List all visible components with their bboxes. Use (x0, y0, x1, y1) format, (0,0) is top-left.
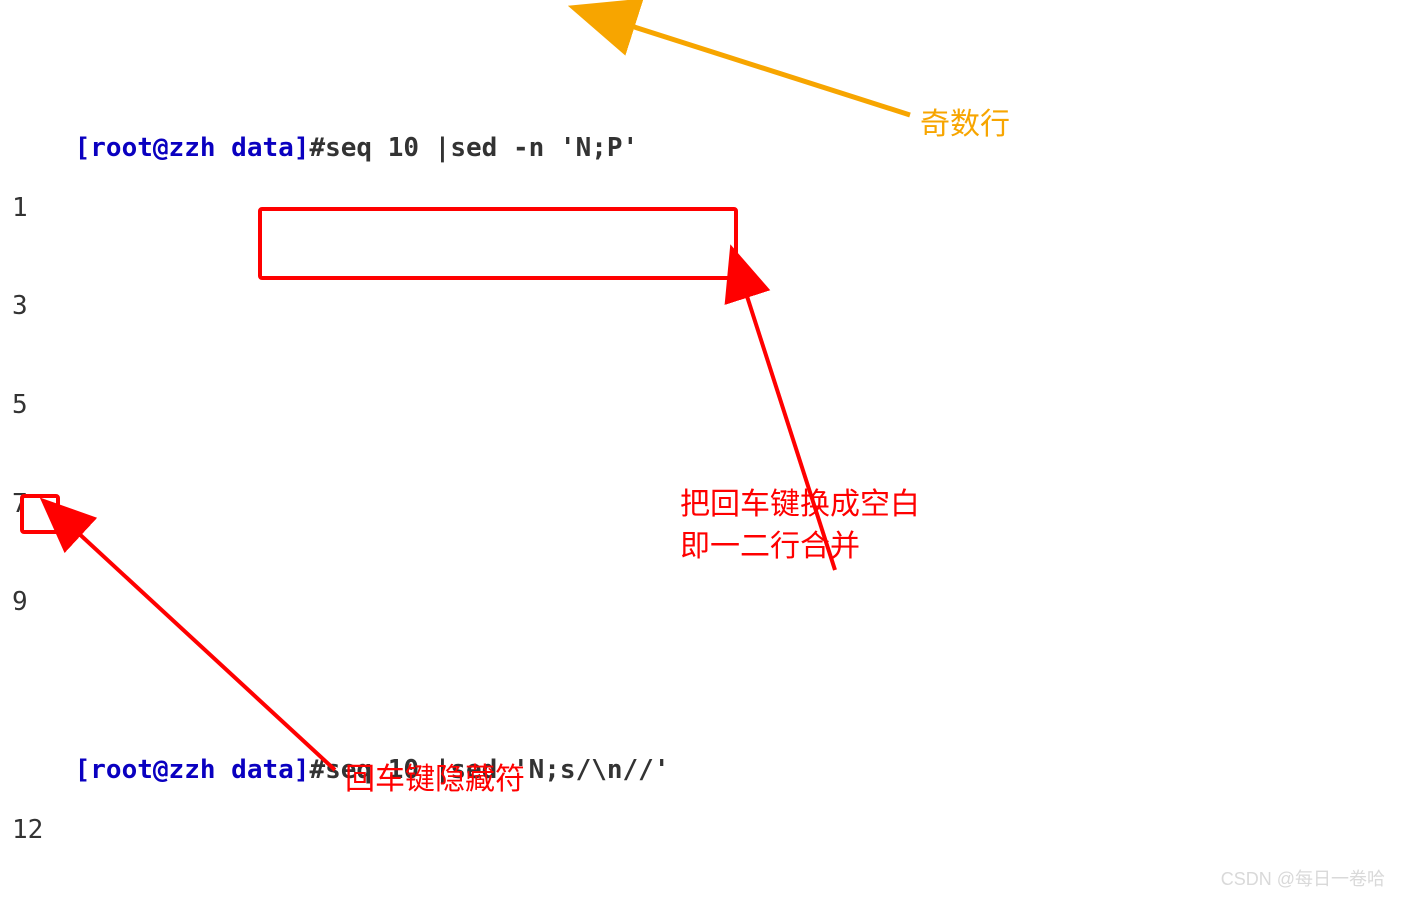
prompt-dir: data (231, 133, 294, 163)
prompt-user-host: root@zzh (90, 755, 231, 785)
highlight-box-command2 (258, 207, 738, 280)
prompt-dir: data (231, 755, 294, 785)
annotation-merge-line1: 把回车键换成空白 (680, 480, 920, 522)
prompt-user-host: root@zzh (90, 133, 231, 163)
prompt-bracket-close: ] (294, 133, 310, 163)
annotation-odd-rows: 奇数行 (920, 100, 1010, 142)
out-b1-2: 5 (12, 386, 669, 425)
annotation-cr-hidden: 回车键隐藏符 (345, 755, 525, 797)
annotation-merge-line2: 即一二行合并 (680, 522, 860, 564)
prompt-bracket-close: ] (294, 755, 310, 785)
prompt-hash: # (309, 133, 325, 163)
out-b1-3: 7 (12, 485, 669, 524)
prompt-hash: # (309, 755, 325, 785)
command-1: seq 10 |sed -n 'N;P' (325, 133, 638, 163)
terminal-output: [root@zzh data]#seq 10 |sed -n 'N;P' 1 3… (12, 0, 669, 897)
out-b1-1: 3 (12, 287, 669, 326)
out-b1-4: 9 (12, 583, 669, 622)
prompt-line-2[interactable]: [root@zzh data]#seq 10 |sed 'N;s/\n//' (12, 712, 669, 751)
out-b2-0: 12 (12, 811, 669, 850)
highlight-box-dollar (20, 494, 60, 534)
watermark: CSDN @每日一卷哈 (1221, 865, 1385, 891)
prompt-line-1[interactable]: [root@zzh data]#seq 10 |sed -n 'N;P' (12, 90, 669, 129)
prompt-bracket-open: [ (75, 133, 91, 163)
prompt-bracket-open: [ (75, 755, 91, 785)
